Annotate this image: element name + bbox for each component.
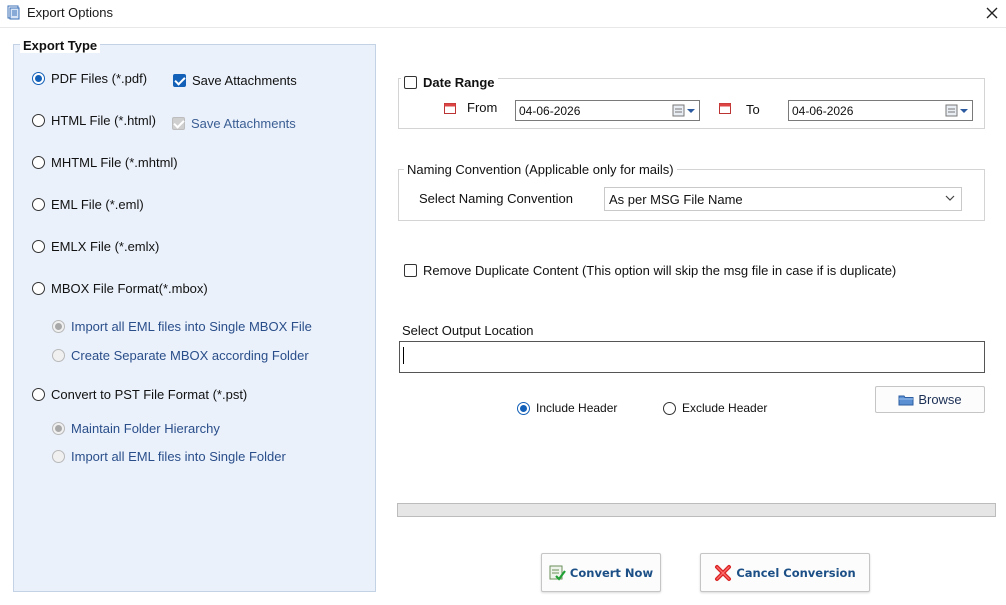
to-date-dropdown[interactable] (944, 103, 970, 118)
browse-label: Browse (918, 392, 962, 407)
calendar-icon (719, 103, 731, 114)
date-range-checkbox[interactable]: Date Range (401, 75, 498, 90)
export-type-legend: Export Type (20, 38, 101, 53)
pst-label: Convert to PST File Format (*.pst) (51, 387, 248, 402)
select-naming-label: Select Naming Convention (419, 191, 573, 206)
pst-hierarchy-label: Maintain Folder Hierarchy (71, 421, 220, 436)
html-save-attachments-checkbox[interactable]: Save Attachments (172, 116, 296, 131)
remove-duplicate-checkbox[interactable]: Remove Duplicate Content (This option wi… (404, 263, 896, 278)
eml-radio[interactable]: EML File (*.eml) (32, 197, 144, 212)
output-location-label: Select Output Location (402, 323, 534, 338)
title-bar: Export Options (0, 0, 1006, 27)
emlx-label: EMLX File (*.emlx) (51, 239, 160, 254)
naming-convention-value: As per MSG File Name (609, 192, 743, 207)
app-icon (7, 5, 20, 20)
mbox-separate-label: Create Separate MBOX according Folder (71, 348, 309, 363)
eml-label: EML File (*.eml) (51, 197, 144, 212)
from-date-value: 04-06-2026 (519, 104, 581, 118)
pst-single-radio[interactable]: Import all EML files into Single Folder (52, 449, 286, 464)
window-title: Export Options (27, 5, 113, 20)
from-label: From (467, 100, 498, 115)
naming-convention-legend: Naming Convention (Applicable only for m… (404, 162, 677, 177)
exclude-header-radio-dot[interactable] (663, 401, 676, 415)
mbox-radio-dot[interactable] (32, 282, 45, 295)
close-icon (986, 7, 998, 19)
cancel-conversion-label: Cancel Conversion (736, 565, 856, 580)
exclude-header-label: Exclude Header (682, 401, 768, 415)
exclude-header-radio[interactable]: Exclude Header (663, 401, 767, 415)
remove-duplicate-box[interactable] (404, 264, 417, 277)
pst-hierarchy-radio[interactable]: Maintain Folder Hierarchy (52, 421, 220, 436)
naming-convention-select[interactable]: As per MSG File Name (604, 187, 962, 211)
emlx-radio-dot[interactable] (32, 240, 45, 253)
folder-icon (898, 395, 914, 405)
html-radio[interactable]: HTML File (*.html) (32, 113, 156, 128)
date-range-box[interactable] (404, 76, 417, 89)
pdf-label: PDF Files (*.pdf) (51, 71, 148, 86)
pst-radio-dot[interactable] (32, 388, 45, 401)
emlx-radio[interactable]: EMLX File (*.emlx) (32, 239, 159, 254)
cancel-conversion-button[interactable]: Cancel Conversion (700, 553, 870, 592)
mhtml-radio-dot[interactable] (32, 156, 45, 169)
mhtml-label: MHTML File (*.mhtml) (51, 155, 178, 170)
pdf-radio-dot[interactable] (32, 72, 45, 85)
mbox-separate-radio-dot[interactable] (52, 349, 65, 362)
pdf-save-attachments-checkbox[interactable]: Save Attachments (173, 73, 297, 88)
html-radio-dot[interactable] (32, 114, 45, 127)
include-header-radio[interactable]: Include Header (517, 401, 617, 415)
close-button[interactable] (978, 0, 1006, 26)
pst-single-label: Import all EML files into Single Folder (71, 449, 286, 464)
mbox-label: MBOX File Format(*.mbox) (51, 281, 208, 296)
convert-now-label: Convert Now (569, 565, 654, 580)
html-save-attachments-box[interactable] (172, 117, 185, 130)
calendar-dropdown-icon (672, 104, 695, 117)
browse-button[interactable]: Browse (875, 386, 985, 413)
mbox-single-label: Import all EML files into Single MBOX Fi… (71, 319, 312, 334)
calendar-icon (444, 103, 456, 114)
convert-now-button[interactable]: Convert Now (541, 553, 661, 592)
date-range-label: Date Range (423, 75, 495, 90)
mbox-radio[interactable]: MBOX File Format(*.mbox) (32, 281, 208, 296)
mbox-separate-radio[interactable]: Create Separate MBOX according Folder (52, 348, 309, 363)
output-location-input[interactable] (399, 341, 985, 373)
to-date-picker[interactable]: 04-06-2026 (788, 100, 973, 121)
html-label: HTML File (*.html) (51, 113, 156, 128)
include-header-radio-dot[interactable] (517, 401, 530, 415)
pdf-radio[interactable]: PDF Files (*.pdf) (32, 71, 147, 86)
html-save-attachments-label: Save Attachments (191, 116, 296, 131)
to-date-value: 04-06-2026 (792, 104, 854, 118)
cancel-x-icon (715, 564, 732, 581)
from-date-picker[interactable]: 04-06-2026 (515, 100, 700, 121)
convert-icon (549, 565, 566, 581)
pst-radio[interactable]: Convert to PST File Format (*.pst) (32, 387, 247, 402)
include-header-label: Include Header (536, 401, 618, 415)
calendar-dropdown-icon (945, 104, 968, 117)
mbox-single-radio[interactable]: Import all EML files into Single MBOX Fi… (52, 319, 312, 334)
pdf-save-attachments-box[interactable] (173, 74, 186, 87)
chevron-down-icon (945, 195, 955, 201)
pst-hierarchy-radio-dot[interactable] (52, 422, 65, 435)
mhtml-radio[interactable]: MHTML File (*.mhtml) (32, 155, 178, 170)
dialog-body: Export Type PDF Files (*.pdf) Save Attac… (0, 27, 1006, 605)
from-date-dropdown[interactable] (671, 103, 697, 118)
remove-duplicate-label: Remove Duplicate Content (This option wi… (423, 263, 897, 278)
pdf-save-attachments-label: Save Attachments (192, 73, 297, 88)
eml-radio-dot[interactable] (32, 198, 45, 211)
mbox-single-radio-dot[interactable] (52, 320, 65, 333)
conversion-progress-bar (397, 503, 996, 517)
pst-single-radio-dot[interactable] (52, 450, 65, 463)
text-caret (403, 347, 404, 364)
to-label: To (746, 102, 760, 117)
